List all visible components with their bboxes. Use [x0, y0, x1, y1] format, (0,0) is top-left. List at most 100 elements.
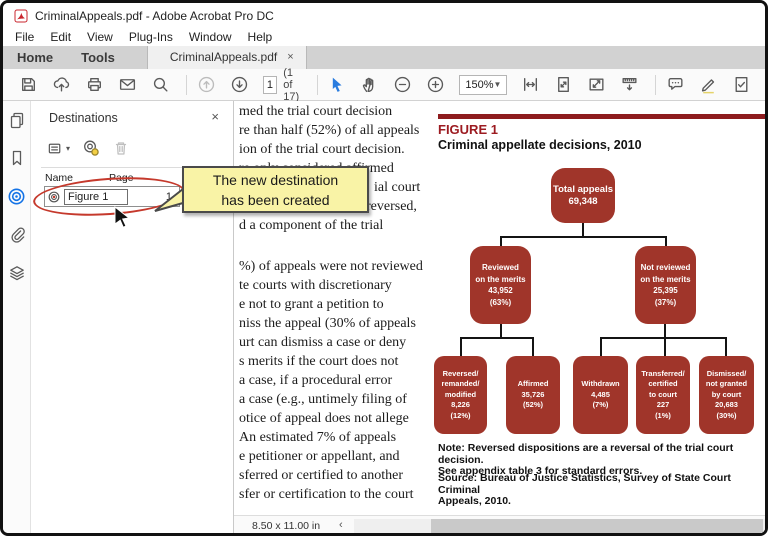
ruler-menu-icon	[622, 78, 637, 91]
tree-connector	[460, 337, 462, 356]
tree-connector	[500, 324, 502, 338]
tree-connector	[725, 337, 727, 356]
body-text-line: med the trial court decision	[239, 104, 393, 119]
tree-node-reviewed: Reviewed on the merits 43,952 (63%)	[470, 246, 531, 324]
page-number-input[interactable]: 1	[262, 75, 278, 94]
scrollbar-thumb[interactable]	[431, 519, 763, 533]
page-count-label: (1 of 17)	[283, 66, 300, 103]
tab-tools[interactable]: Tools	[67, 47, 129, 69]
body-text-line: a case (e.g., untimely filing of	[239, 392, 407, 407]
tree-node-not-reviewed: Not reviewed on the merits 25,395 (37%)	[635, 246, 696, 324]
layers-icon	[9, 266, 24, 281]
select-arrow-icon	[333, 77, 342, 92]
hand-icon	[363, 77, 374, 93]
mouse-cursor-icon	[114, 206, 131, 228]
email-icon	[119, 79, 136, 90]
status-bar: 8.50 x 11.00 in ‹	[234, 515, 765, 533]
menu-file[interactable]: File	[7, 30, 42, 44]
search-button[interactable]	[151, 75, 170, 94]
fullscreen-icon	[589, 78, 604, 91]
fit-page-icon	[558, 76, 570, 93]
main-area: Destinations × ▾ Name Page Figure 1 1 me…	[3, 101, 765, 533]
zoom-level-select[interactable]: 150% ▼	[459, 74, 508, 95]
tab-document-label: CriminalAppeals.pdf	[169, 50, 278, 64]
paperclip-icon	[10, 227, 25, 243]
previous-page-button[interactable]	[197, 75, 216, 94]
body-text-line: re than half (52%) of all appeals	[239, 123, 420, 138]
figure-heading: FIGURE 1	[438, 122, 498, 137]
tab-close-icon[interactable]: ×	[287, 51, 293, 63]
horizontal-scrollbar[interactable]	[354, 519, 765, 533]
zoom-in-icon	[428, 76, 444, 93]
save-button[interactable]	[19, 75, 38, 94]
search-icon	[153, 77, 168, 92]
highlight-button[interactable]	[699, 75, 718, 94]
tree-node-affirmed: Affirmed 35,726 (52%)	[506, 356, 560, 434]
fit-page-button[interactable]	[554, 75, 573, 94]
tree-connector	[500, 236, 667, 238]
tree-connector	[664, 324, 666, 356]
select-tool-button[interactable]	[327, 75, 346, 94]
tree-node-total-appeals: Total appeals 69,348	[551, 168, 615, 223]
delete-destination-button[interactable]	[112, 139, 130, 157]
body-text-line: An estimated 7% of appeals	[239, 430, 397, 445]
print-button[interactable]	[85, 75, 104, 94]
email-button[interactable]	[118, 75, 137, 94]
body-text-line: d a component of the trial	[239, 218, 384, 233]
trash-icon	[115, 142, 127, 155]
tab-home[interactable]: Home	[3, 47, 67, 69]
page-thumbnails-button[interactable]	[8, 111, 26, 134]
bookmarks-button[interactable]	[8, 149, 26, 172]
share-button[interactable]	[52, 75, 71, 94]
forms-button[interactable]	[732, 75, 751, 94]
fullscreen-button[interactable]	[587, 75, 606, 94]
chevron-down-icon: ▼	[493, 80, 502, 89]
menu-edit[interactable]: Edit	[42, 30, 79, 44]
page-thumbnails-icon	[10, 112, 23, 129]
body-text-line: urt can dismiss a case or deny	[239, 335, 407, 350]
layers-button[interactable]	[8, 264, 26, 287]
body-text-line: s merits if the court does not	[239, 354, 399, 369]
comment-button[interactable]	[666, 75, 685, 94]
tree-node-withdrawn: Withdrawn 4,485 (7%)	[573, 356, 628, 434]
destinations-button[interactable]	[7, 187, 26, 211]
zoom-out-button[interactable]	[393, 75, 412, 94]
panel-title: Destinations	[49, 111, 118, 125]
title-bar: CriminalAppeals.pdf - Adobe Acrobat Pro …	[3, 3, 765, 28]
tree-connector	[665, 236, 667, 246]
figure-top-bar	[438, 114, 765, 119]
page-down-icon	[231, 76, 247, 93]
menu-view[interactable]: View	[79, 30, 121, 44]
new-destination-icon	[84, 140, 99, 156]
body-text-line: a case, if a procedural error	[239, 373, 393, 388]
hand-tool-button[interactable]	[360, 75, 379, 94]
zoom-level-value: 150%	[465, 78, 494, 91]
body-text-line: otice of appeal does not allege	[239, 411, 409, 426]
window-title: CriminalAppeals.pdf - Adobe Acrobat Pro …	[35, 8, 274, 23]
tree-node-reversed: Reversed/ remanded/ modified 8,226 (12%)	[434, 356, 487, 434]
fit-width-button[interactable]	[521, 75, 540, 94]
body-text-line: sfer or certification to the court	[239, 487, 414, 502]
attachments-button[interactable]	[8, 226, 26, 249]
new-destination-button[interactable]	[82, 139, 100, 157]
next-page-button[interactable]	[230, 75, 249, 94]
toolbar-options-button[interactable]	[620, 75, 639, 94]
body-text-line: ial court	[374, 180, 421, 195]
panel-options-button[interactable]: ▾	[47, 140, 70, 157]
menu-window[interactable]: Window	[181, 30, 240, 44]
options-list-icon	[48, 143, 61, 153]
menu-plugins[interactable]: Plug-Ins	[121, 30, 181, 44]
toolbar-separator	[655, 74, 656, 95]
scroll-left-arrow-icon[interactable]: ‹	[339, 519, 343, 531]
zoom-in-button[interactable]	[426, 75, 445, 94]
tree-connector	[460, 337, 534, 339]
body-text-line: e petitioner or appellant, and	[239, 449, 400, 464]
page-size-label: 8.50 x 11.00 in	[252, 520, 321, 532]
body-text-line: te courts with discretionary	[239, 278, 392, 293]
tree-node-dismissed: Dismissed/ not granted by court 20,683 (…	[699, 356, 754, 434]
tree-connector	[500, 236, 502, 246]
menu-help[interactable]: Help	[240, 30, 281, 44]
panel-close-icon[interactable]: ×	[211, 109, 219, 124]
pdf-page: med the trial court decision re than hal…	[234, 101, 765, 515]
tree-connector	[600, 337, 602, 356]
